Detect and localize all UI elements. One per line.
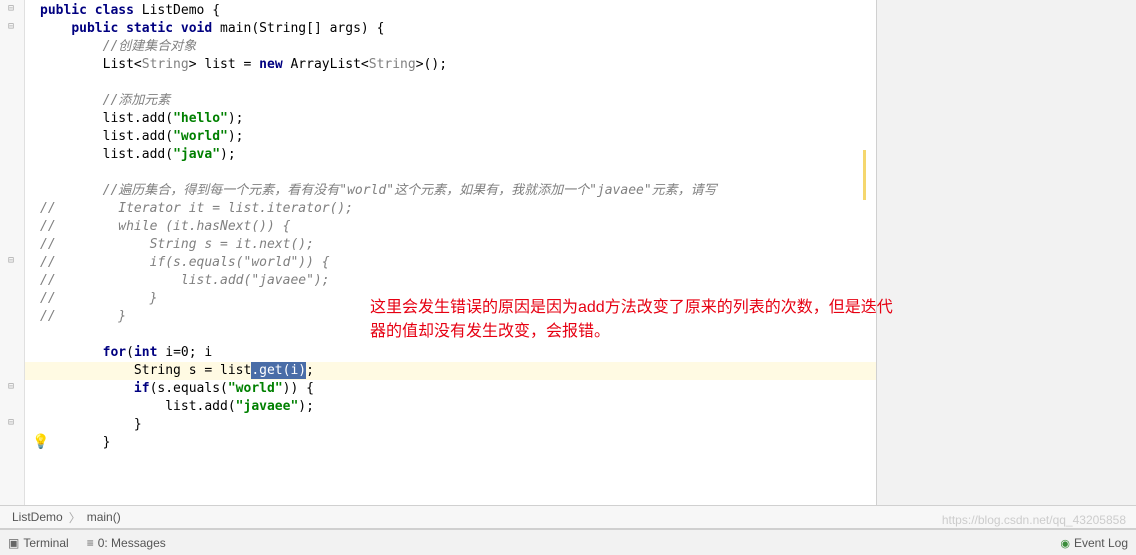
code-line[interactable]: // String s = it.next(); xyxy=(40,236,876,254)
code-line[interactable]: // while (it.hasNext()) { xyxy=(40,218,876,236)
fold-icon[interactable]: ⊟ xyxy=(8,417,14,428)
warning-marker[interactable] xyxy=(863,150,866,200)
code-line[interactable] xyxy=(40,164,876,182)
code-line[interactable]: //遍历集合，得到每一个元素，看有没有"world"这个元素，如果有，我就添加一… xyxy=(40,182,876,200)
code-line[interactable]: } xyxy=(40,416,876,434)
code-line[interactable]: //添加元素 xyxy=(40,92,876,110)
code-line[interactable]: //创建集合对象 xyxy=(40,38,876,56)
right-panel xyxy=(876,0,1136,505)
code-line[interactable]: for(int i=0; i xyxy=(40,344,876,362)
fold-icon[interactable]: ⊟ xyxy=(8,381,14,392)
code-area[interactable]: public class ListDemo { public static vo… xyxy=(25,0,876,505)
code-line[interactable]: String s = list.get(i); xyxy=(25,362,876,380)
messages-tab[interactable]: 0: Messages xyxy=(87,536,166,550)
code-line[interactable]: list.add("java"); xyxy=(40,146,876,164)
code-line[interactable]: public static void main(String[] args) { xyxy=(40,20,876,38)
code-line[interactable]: list.add("hello"); xyxy=(40,110,876,128)
watermark: https://blog.csdn.net/qq_43205858 xyxy=(942,513,1126,527)
messages-icon xyxy=(87,536,94,550)
event-log-tab[interactable]: Event Log xyxy=(1060,536,1128,550)
code-line[interactable]: } xyxy=(40,434,876,452)
code-line[interactable] xyxy=(40,74,876,92)
code-line[interactable]: list.add("javaee"); xyxy=(40,398,876,416)
code-line[interactable]: list.add("world"); xyxy=(40,128,876,146)
breadcrumb-item[interactable]: main() xyxy=(87,510,121,524)
breadcrumb-item[interactable]: ListDemo xyxy=(12,510,63,524)
code-line[interactable]: // if(s.equals("world")) { xyxy=(40,254,876,272)
fold-icon[interactable]: ⊟ xyxy=(8,21,14,32)
status-bar: Terminal 0: Messages Event Log xyxy=(0,529,1136,555)
code-line[interactable]: List<String> list = new ArrayList<String… xyxy=(40,56,876,74)
terminal-icon xyxy=(8,536,19,550)
code-line[interactable]: // Iterator it = list.iterator(); xyxy=(40,200,876,218)
fold-icon[interactable]: ⊟ xyxy=(8,255,14,266)
code-line[interactable]: // list.add("javaee"); xyxy=(40,272,876,290)
terminal-tab[interactable]: Terminal xyxy=(8,536,69,550)
gutter: ⊟ ⊟ ⊟ ⊟ ⊟ xyxy=(0,0,25,505)
annotation-text: 这里会发生错误的原因是因为add方法改变了原来的列表的次数，但是迭代 器的值却没… xyxy=(370,296,893,344)
editor-container: ⊟ ⊟ ⊟ ⊟ ⊟ public class ListDemo { public… xyxy=(0,0,1136,505)
event-log-icon xyxy=(1060,536,1070,550)
code-line[interactable]: if(s.equals("world")) { xyxy=(40,380,876,398)
chevron-right-icon: 〉 xyxy=(69,509,81,526)
code-line[interactable]: public class ListDemo { xyxy=(40,2,876,20)
intention-bulb-icon[interactable]: 💡 xyxy=(32,434,49,450)
fold-icon[interactable]: ⊟ xyxy=(8,3,14,14)
